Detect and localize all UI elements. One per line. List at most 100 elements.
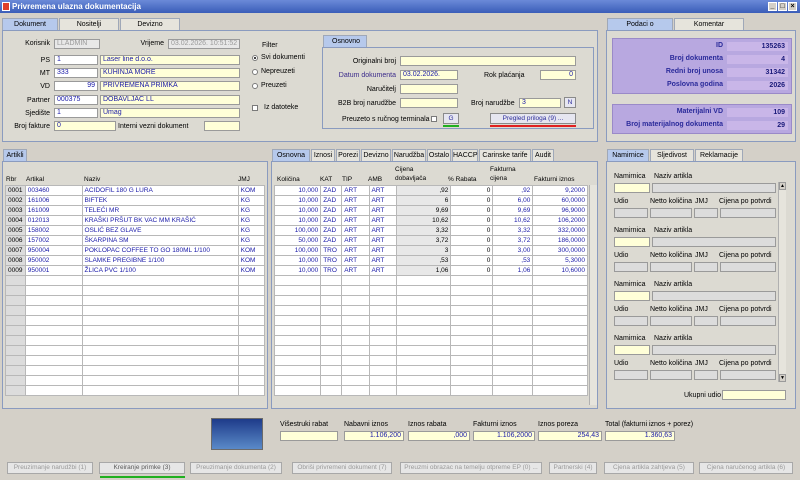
tip-cell[interactable] [341, 285, 370, 296]
minimize-icon[interactable]: _ [768, 2, 777, 11]
kolicina-cell[interactable] [273, 345, 322, 356]
naziv-artikla-field[interactable] [652, 237, 776, 247]
artikli-row[interactable]: 0005 158002 OSLIĆ BEZ GLAVE KG [5, 225, 266, 236]
amb-cell[interactable]: ART [368, 185, 397, 196]
artikal-cell[interactable]: 161006 [24, 195, 83, 206]
rabat-cell[interactable]: 0 [450, 195, 494, 206]
amb-cell[interactable] [368, 345, 397, 356]
amb-cell[interactable]: ART [368, 265, 397, 276]
naziv-cell[interactable] [81, 295, 239, 306]
tip-cell[interactable]: ART [341, 205, 370, 216]
detail-row[interactable]: 50,000 ZAD ART ART 3,72 0 3,72 186,0000 [273, 235, 588, 246]
artikal-cell[interactable] [24, 335, 83, 346]
rabat-cell[interactable] [450, 305, 494, 316]
detail-row[interactable]: 10,000 ZAD ART ART 10,62 0 10,62 106,2000 [273, 215, 588, 226]
tip-cell[interactable] [341, 345, 370, 356]
artikli-row[interactable]: 0008 950002 SLAMKE PREGIBNE 1/100 KOM [5, 255, 266, 266]
detail-scrollbar[interactable] [589, 185, 597, 405]
artikli-row[interactable]: 0004 012013 KRAŠKI PRŠUT BK VAC MM KRAŠIĆ K… [5, 215, 266, 226]
artikli-row[interactable]: 0007 950004 POKLOPAC COFFEE TO GO 180ML 1/… [5, 245, 266, 256]
namirnica-field[interactable] [614, 183, 650, 193]
namirnica-field[interactable] [614, 237, 650, 247]
rbr-cell[interactable]: 0003 [5, 205, 26, 216]
fakturna-cijena-cell[interactable] [492, 285, 534, 296]
rbr-cell[interactable]: 0001 [5, 185, 26, 196]
cijena-cell[interactable] [395, 295, 452, 306]
detail-tab-3[interactable]: Devizno [361, 149, 391, 161]
artikli-row[interactable]: 0009 950001 ŽLICA PVC 1/100 KOM [5, 265, 266, 276]
kolicina-cell[interactable]: 50,000 [273, 235, 322, 246]
vrijeme-field[interactable]: 03.02.2026. 10:51:52 [168, 39, 240, 49]
cijena-cell[interactable]: ,53 [395, 255, 452, 266]
amb-cell[interactable] [368, 315, 397, 326]
naziv-cell[interactable] [81, 285, 239, 296]
cijena-cell[interactable]: 6 [395, 195, 452, 206]
amb-cell[interactable] [368, 275, 397, 286]
broj-fakture-field[interactable]: 0 [54, 121, 116, 131]
cijena-cell[interactable] [395, 305, 452, 316]
rbr-cell[interactable]: 0007 [5, 245, 26, 256]
g-button[interactable]: G [443, 113, 459, 124]
namirnica-field[interactable] [614, 345, 650, 355]
fakturna-cijena-cell[interactable]: 3,00 [492, 245, 534, 256]
detail-tab-4[interactable]: Narudžba [392, 149, 426, 161]
fakturni-iznos-cell[interactable] [532, 335, 588, 346]
artikal-cell[interactable]: 012013 [24, 215, 83, 226]
detail-row[interactable] [273, 285, 588, 296]
artikli-row[interactable] [5, 325, 266, 336]
artikli-row[interactable] [5, 335, 266, 346]
fakturna-cijena-cell[interactable]: ,53 [492, 255, 534, 266]
fakturna-cijena-cell[interactable] [492, 375, 534, 386]
interni-field[interactable] [204, 121, 240, 131]
kat-cell[interactable]: ZAD [320, 185, 343, 196]
sjediste-name-field[interactable]: Umag [100, 108, 240, 118]
jmj-cell[interactable] [237, 325, 266, 336]
cijena-cell[interactable]: 1,06 [395, 265, 452, 276]
kat-cell[interactable] [320, 325, 343, 336]
visestruki-field[interactable] [280, 431, 338, 441]
kolicina-cell[interactable] [273, 295, 322, 306]
pregled-priloga-button[interactable]: Pregled priloga (9) ... [490, 113, 576, 124]
artikal-cell[interactable] [24, 295, 83, 306]
mt-name-field[interactable]: KUHINJA MORE [100, 68, 240, 78]
cijena-po-potvrdi-field[interactable] [720, 316, 776, 326]
kolicina-cell[interactable]: 10,000 [273, 195, 322, 206]
rabat-cell[interactable] [450, 345, 494, 356]
artikal-cell[interactable] [24, 325, 83, 336]
amb-cell[interactable] [368, 365, 397, 376]
artikal-cell[interactable]: 950002 [24, 255, 83, 266]
artikal-cell[interactable]: 003460 [24, 185, 83, 196]
detail-tab-2[interactable]: Porezi [336, 149, 360, 161]
cijena-po-potvrdi-field[interactable] [720, 262, 776, 272]
mt-code-field[interactable]: 333 [54, 68, 98, 78]
jmj-cell[interactable] [237, 285, 266, 296]
artikal-cell[interactable] [24, 305, 83, 316]
jmj-field[interactable] [694, 262, 718, 272]
detail-row[interactable] [273, 355, 588, 366]
artikli-row[interactable] [5, 355, 266, 366]
kolicina-cell[interactable]: 100,000 [273, 225, 322, 236]
fakturna-cijena-cell[interactable]: 3,72 [492, 235, 534, 246]
fakturna-cijena-cell[interactable] [492, 355, 534, 366]
cijena-po-potvrdi-field[interactable] [720, 370, 776, 380]
close-icon[interactable]: × [788, 2, 797, 11]
cijena-cell[interactable]: 10,62 [395, 215, 452, 226]
narucitelj-field[interactable] [400, 84, 458, 94]
fakturni-iznos-cell[interactable] [532, 355, 588, 366]
bottom-button-7[interactable]: Cjena naručenog artikla (6) [699, 462, 793, 474]
detail-row[interactable]: 100,000 ZAD ART ART 3,32 0 3,32 332,0000 [273, 225, 588, 236]
fakturni-iznos-cell[interactable]: 106,2000 [532, 215, 588, 226]
preuzeto-checkbox[interactable] [431, 116, 437, 122]
detail-tab-7[interactable]: Carinske tarife [479, 149, 531, 161]
artikli-row[interactable]: 0001 003460 ACIDOFIL 180 G LURA KOM [5, 185, 266, 196]
cijena-cell[interactable] [395, 345, 452, 356]
naziv-cell[interactable]: ŽLICA PVC 1/100 [81, 265, 239, 276]
cijena-po-potvrdi-field[interactable] [720, 208, 776, 218]
naziv-cell[interactable] [81, 375, 239, 386]
jmj-cell[interactable]: KOM [237, 245, 266, 256]
rabat-cell[interactable]: 0 [450, 205, 494, 216]
bottom-button-3[interactable]: Obriši privremeni dokument (7) [292, 462, 392, 474]
korisnik-field[interactable]: LLADMIN [54, 39, 100, 49]
artikli-row[interactable] [5, 375, 266, 386]
rbr-cell[interactable] [5, 365, 26, 376]
